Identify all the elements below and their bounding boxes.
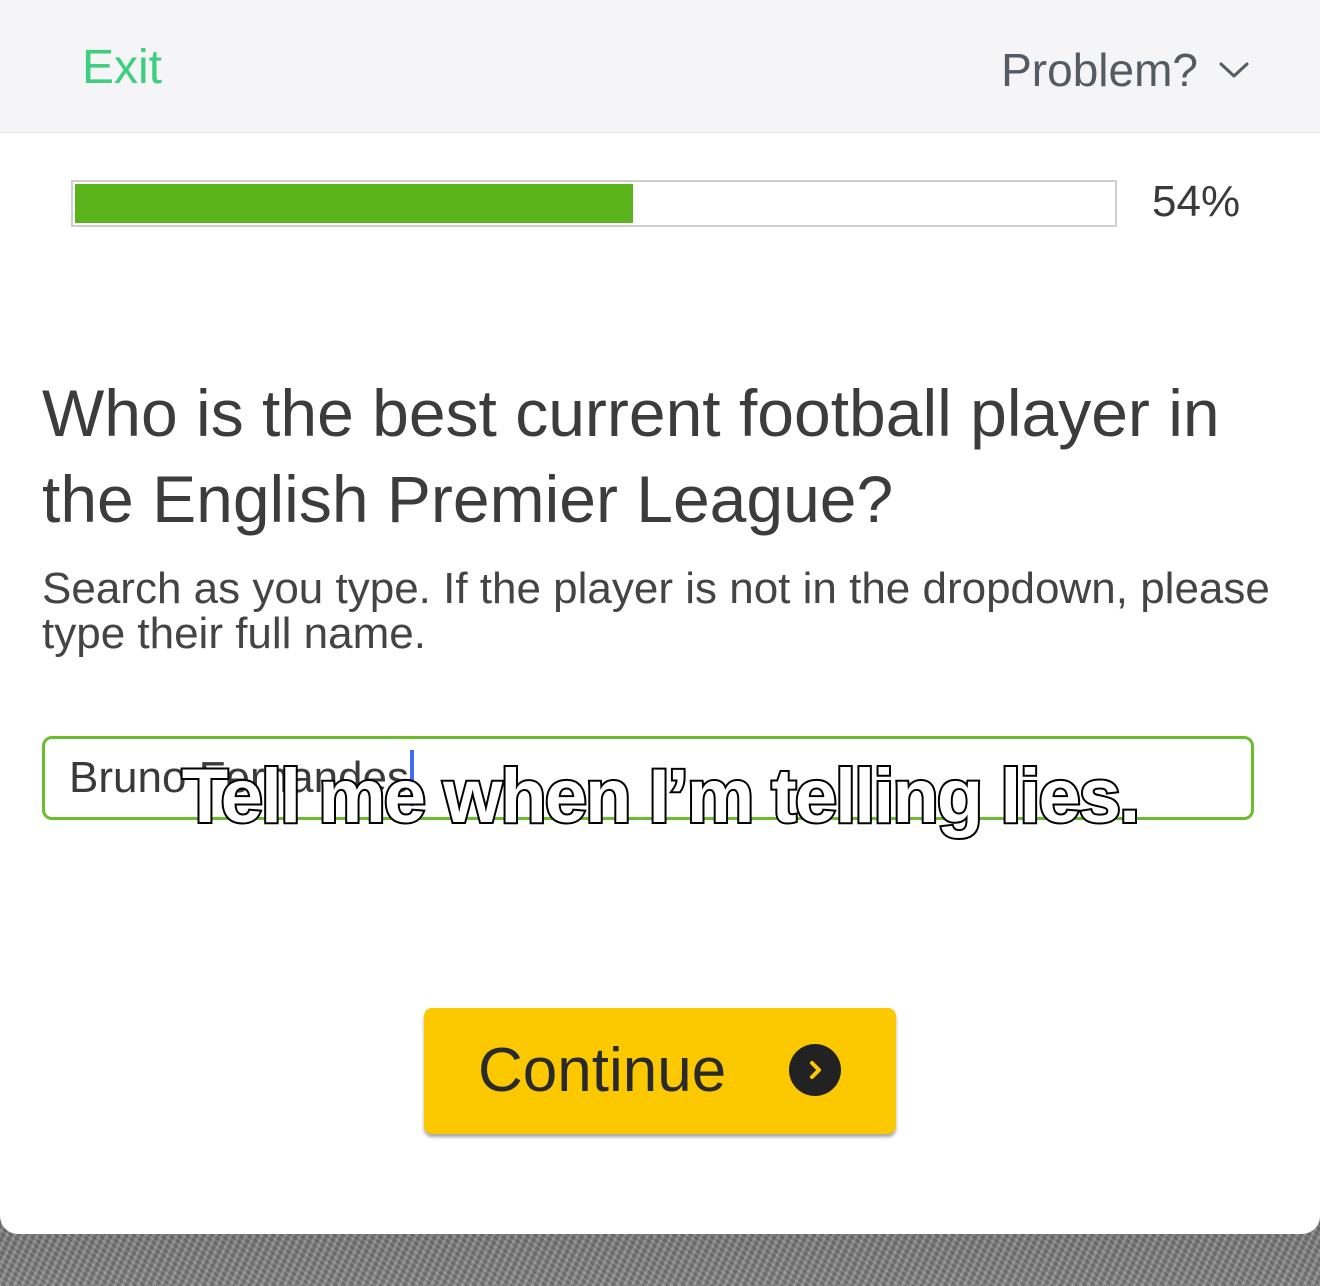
continue-label: Continue <box>478 1036 727 1105</box>
continue-button[interactable]: Continue <box>424 1008 896 1134</box>
video-caption: Tell me when I’m telling lies. <box>180 752 1142 841</box>
chevron-right-circle-icon <box>789 1044 841 1096</box>
problem-dropdown[interactable]: Problem? <box>1001 42 1250 98</box>
chevron-down-icon <box>1218 60 1250 80</box>
progress-percent: 54% <box>1152 177 1241 226</box>
question-hint: Search as you type. If the player is not… <box>42 564 1270 658</box>
problem-label: Problem? <box>1001 44 1198 96</box>
progress-fill <box>75 184 633 223</box>
survey-card: 54% Who is the best current football pla… <box>0 132 1320 1234</box>
question-title: Who is the best current football player … <box>42 376 1220 536</box>
exit-link[interactable]: Exit <box>82 40 162 96</box>
top-bar: Exit Problem? <box>0 0 1320 133</box>
progress-bar <box>71 180 1117 227</box>
